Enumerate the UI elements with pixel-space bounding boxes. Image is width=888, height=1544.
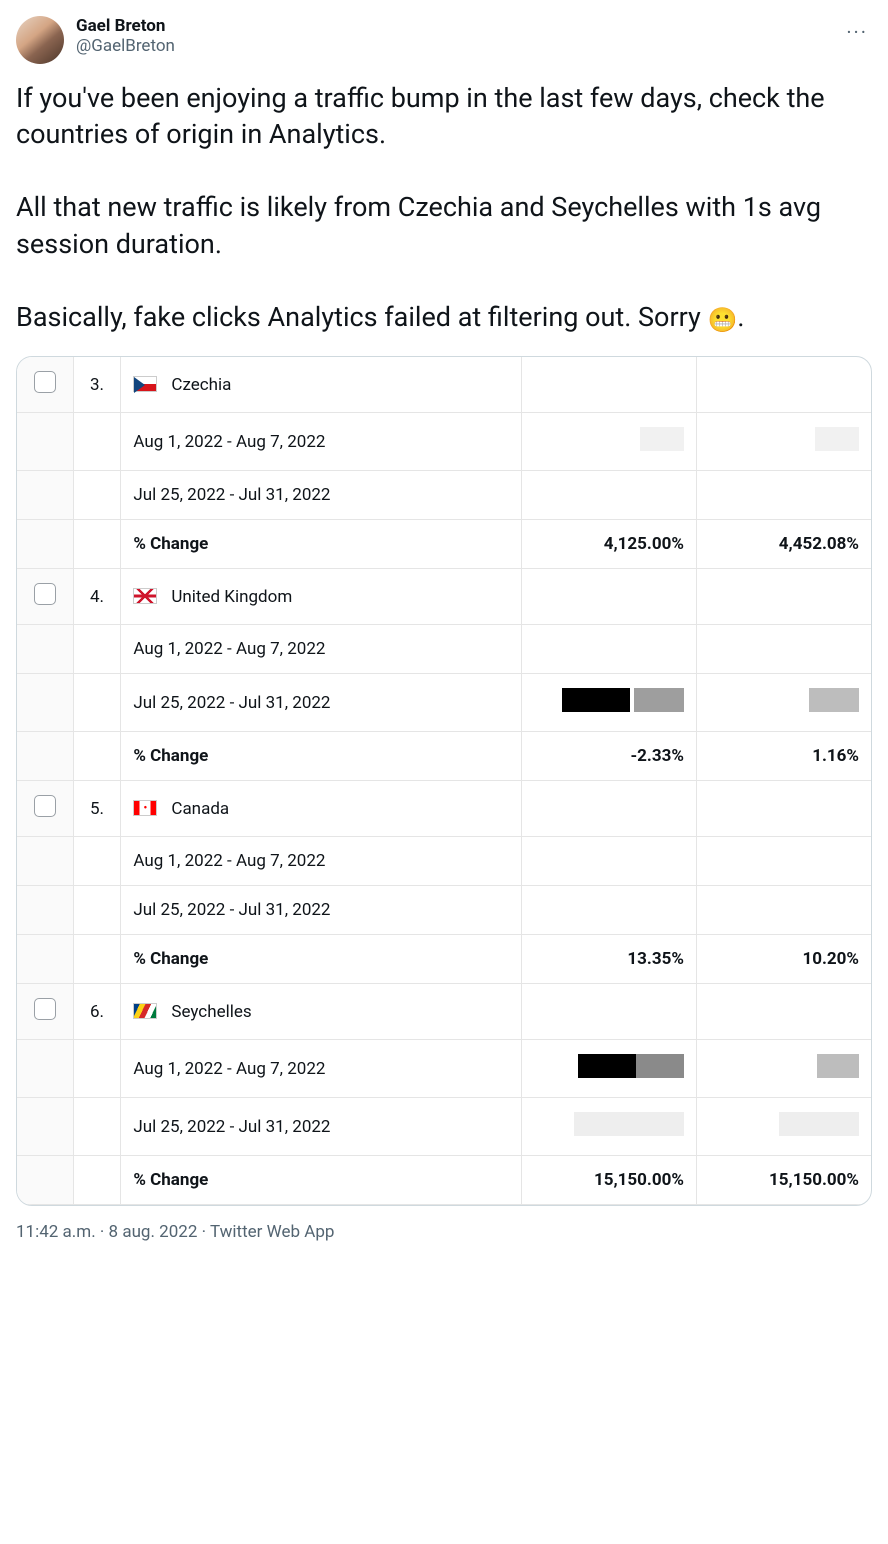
flag-uk-icon [133, 588, 157, 604]
change-label: % Change [121, 520, 522, 569]
change-value-2: 4,452.08% [696, 520, 871, 569]
tweet-text: If you've been enjoying a traffic bump i… [16, 80, 872, 336]
change-value-1: 4,125.00% [522, 520, 697, 569]
period-label: Aug 1, 2022 - Aug 7, 2022 [121, 837, 522, 886]
row-checkbox[interactable] [34, 795, 56, 817]
tweet-timestamp[interactable]: 11:42 a.m. · 8 aug. 2022 · Twitter Web A… [16, 1222, 872, 1242]
table-row: % Change 13.35% 10.20% [17, 935, 871, 984]
avatar[interactable] [16, 16, 64, 64]
tweet-line-1: If you've been enjoying a traffic bump i… [16, 82, 831, 150]
table-row: 6. Seychelles [17, 984, 871, 1040]
row-checkbox[interactable] [34, 998, 56, 1020]
tweet-line-3a: Basically, fake clicks Analytics failed … [16, 301, 707, 333]
table-row: % Change 15,150.00% 15,150.00% [17, 1156, 871, 1205]
country-cell[interactable]: Seychelles [121, 984, 522, 1040]
change-label: % Change [121, 1156, 522, 1205]
row-checkbox[interactable] [34, 371, 56, 393]
country-name: Seychelles [171, 1002, 251, 1022]
author-name[interactable]: Gael Breton [76, 16, 175, 36]
table-row: Aug 1, 2022 - Aug 7, 2022 [17, 837, 871, 886]
table-row: Jul 25, 2022 - Jul 31, 2022 [17, 1098, 871, 1156]
country-cell[interactable]: Canada [121, 781, 522, 837]
author-block[interactable]: Gael Breton @GaelBreton [16, 16, 175, 64]
table-row: Jul 25, 2022 - Jul 31, 2022 [17, 471, 871, 520]
country-name: United Kingdom [171, 587, 292, 607]
tweet-line-3b: . [737, 301, 744, 333]
change-value-1: -2.33% [522, 732, 697, 781]
table-row: Aug 1, 2022 - Aug 7, 2022 [17, 1040, 871, 1098]
tweet-line-2: All that new traffic is likely from Czec… [16, 191, 828, 259]
flag-seychelles-icon [133, 1003, 157, 1019]
change-value-2: 15,150.00% [696, 1156, 871, 1205]
country-cell[interactable]: Czechia [121, 357, 522, 413]
change-value-1: 15,150.00% [522, 1156, 697, 1205]
rank-cell: 3. [73, 357, 121, 413]
table-row: Aug 1, 2022 - Aug 7, 2022 [17, 413, 871, 471]
period-label: Jul 25, 2022 - Jul 31, 2022 [121, 471, 522, 520]
change-value-2: 1.16% [696, 732, 871, 781]
table-row: 4. United Kingdom [17, 569, 871, 625]
table-row: Jul 25, 2022 - Jul 31, 2022 [17, 886, 871, 935]
period-label: Jul 25, 2022 - Jul 31, 2022 [121, 674, 522, 732]
country-name: Canada [171, 799, 229, 819]
flag-czechia-icon [133, 376, 157, 392]
table-row: % Change -2.33% 1.16% [17, 732, 871, 781]
period-label: Jul 25, 2022 - Jul 31, 2022 [121, 1098, 522, 1156]
rank-cell: 4. [73, 569, 121, 625]
period-label: Aug 1, 2022 - Aug 7, 2022 [121, 413, 522, 471]
table-row: 5. Canada [17, 781, 871, 837]
analytics-table: 3. Czechia Aug 1, 2022 - Aug 7, 2022 Jul… [17, 357, 871, 1205]
grimace-emoji-icon: 😬 [707, 306, 737, 334]
rank-cell: 5. [73, 781, 121, 837]
row-checkbox[interactable] [34, 583, 56, 605]
country-cell[interactable]: United Kingdom [121, 569, 522, 625]
period-label: Jul 25, 2022 - Jul 31, 2022 [121, 886, 522, 935]
change-label: % Change [121, 935, 522, 984]
tweet-header: Gael Breton @GaelBreton ··· [16, 16, 872, 64]
country-name: Czechia [171, 375, 231, 395]
change-value-2: 10.20% [696, 935, 871, 984]
rank-cell: 6. [73, 984, 121, 1040]
more-icon[interactable]: ··· [842, 16, 872, 48]
table-row: Jul 25, 2022 - Jul 31, 2022 [17, 674, 871, 732]
change-label: % Change [121, 732, 522, 781]
analytics-screenshot: 3. Czechia Aug 1, 2022 - Aug 7, 2022 Jul… [16, 356, 872, 1206]
flag-canada-icon [133, 800, 157, 816]
period-label: Aug 1, 2022 - Aug 7, 2022 [121, 1040, 522, 1098]
author-handle[interactable]: @GaelBreton [76, 36, 175, 56]
table-row: 3. Czechia [17, 357, 871, 413]
change-value-1: 13.35% [522, 935, 697, 984]
table-row: Aug 1, 2022 - Aug 7, 2022 [17, 625, 871, 674]
period-label: Aug 1, 2022 - Aug 7, 2022 [121, 625, 522, 674]
table-row: % Change 4,125.00% 4,452.08% [17, 520, 871, 569]
